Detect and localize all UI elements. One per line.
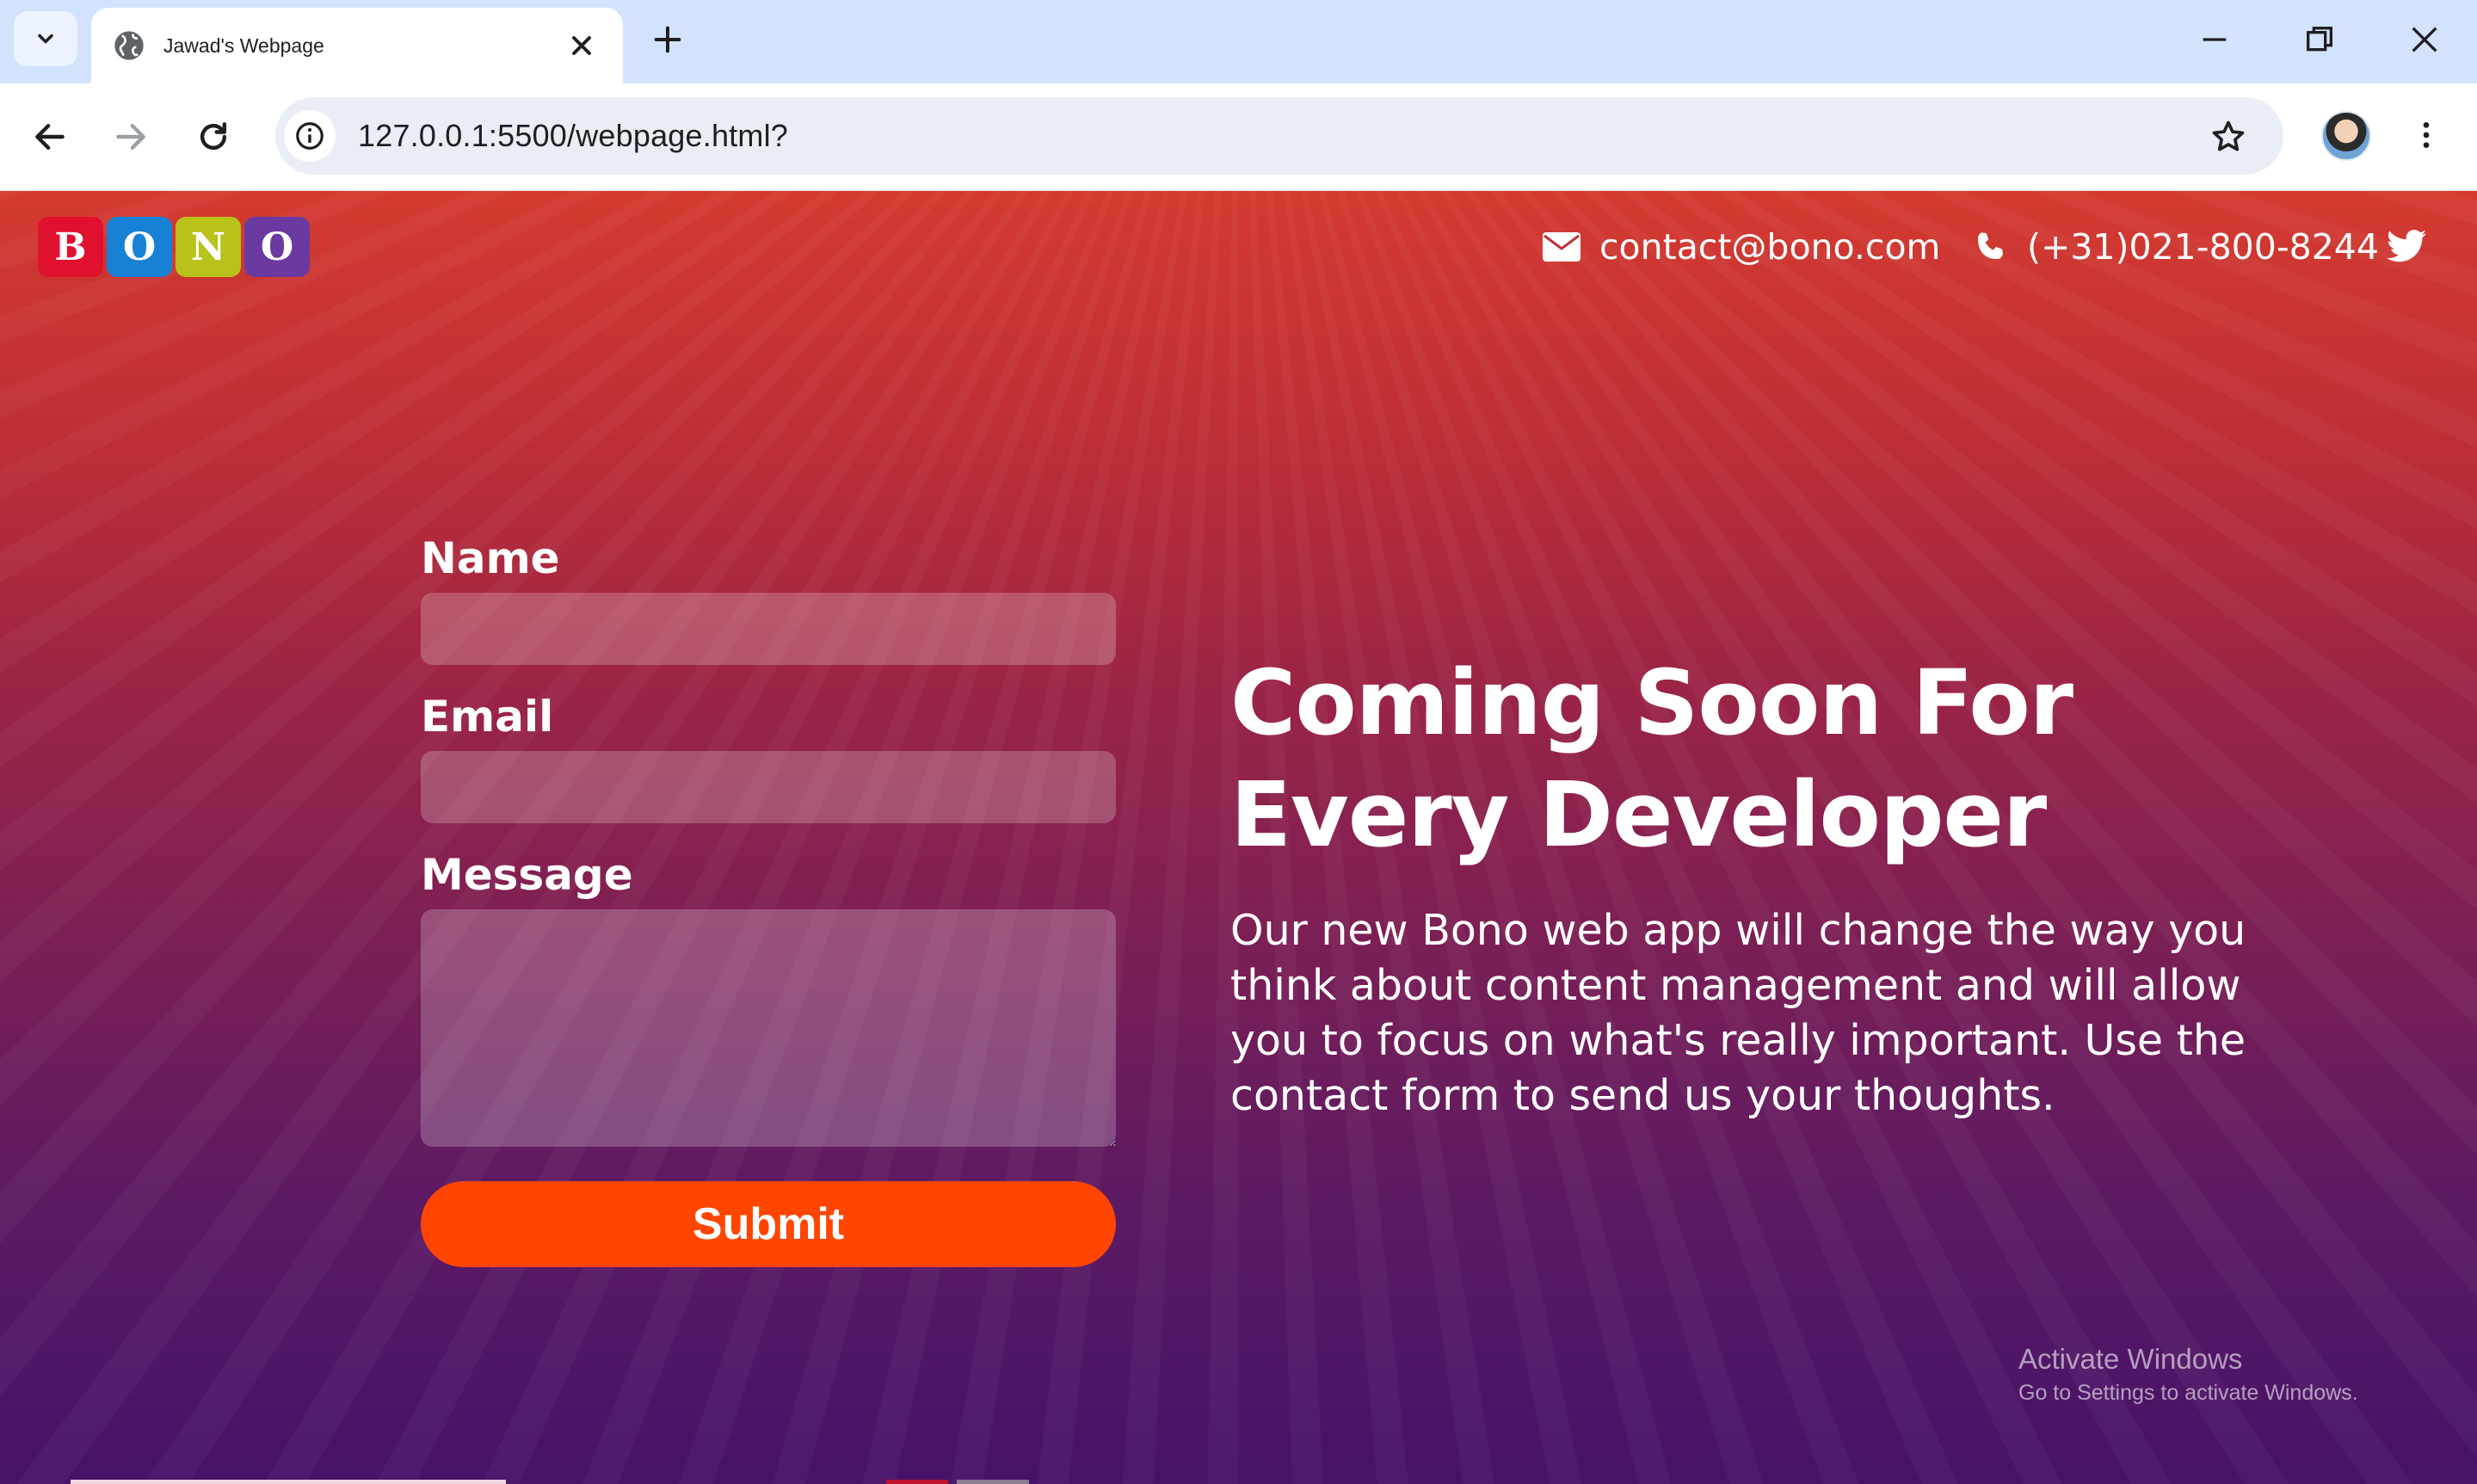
tab-search-button[interactable]: [14, 11, 77, 66]
kebab-menu-icon[interactable]: [2409, 116, 2443, 154]
page-viewport: B O N O contact@bono.com (+31)021-800-82…: [0, 191, 2477, 1484]
message-textarea[interactable]: [421, 909, 1116, 1147]
taskbar-peek-strip-2: [886, 1480, 948, 1484]
logo-letter-n: N: [176, 217, 241, 277]
hero-title-line-1: Coming Soon For: [1230, 650, 2073, 755]
phone-icon: [1978, 232, 2003, 259]
minimize-icon[interactable]: [2197, 22, 2232, 57]
name-label: Name: [421, 533, 560, 583]
profile-avatar[interactable]: [2321, 111, 2371, 161]
reload-icon[interactable]: [194, 118, 232, 156]
chevron-down-icon: [38, 34, 53, 44]
browser-toolbar: 127.0.0.1:5500/webpage.html?: [0, 83, 2477, 191]
logo-letter-o: O: [107, 217, 172, 277]
envelope-icon: [1543, 232, 1580, 262]
contact-email[interactable]: contact@bono.com: [1543, 225, 1941, 268]
taskbar-peek-strip: [71, 1480, 506, 1484]
site-info-button[interactable]: [284, 110, 336, 162]
submit-button[interactable]: Submit: [421, 1181, 1116, 1267]
new-tab-plus-icon[interactable]: [650, 22, 685, 57]
close-tab-icon[interactable]: [566, 30, 597, 61]
email-label: Email: [421, 692, 554, 742]
hero-title: Coming Soon For Every Developer: [1230, 647, 2289, 871]
contact-form: Name Email Message Submit: [421, 531, 1116, 1267]
logo-letter-o-2: O: [244, 217, 310, 277]
active-tab[interactable]: Jawad's Webpage: [91, 8, 623, 83]
bono-logo[interactable]: B O N O: [38, 217, 310, 277]
windows-activation-watermark: Activate Windows Go to Settings to activ…: [2018, 1340, 2358, 1407]
url-text[interactable]: 127.0.0.1:5500/webpage.html?: [358, 116, 788, 156]
info-icon: [296, 122, 323, 150]
hero-section: Coming Soon For Every Developer Our new …: [1230, 647, 2289, 1124]
hero-title-line-2: Every Developer: [1230, 762, 2047, 867]
logo-letter-b: B: [38, 217, 103, 277]
browser-tab-strip: Jawad's Webpage: [0, 0, 2477, 83]
hero-description: Our new Bono web app will change the way…: [1230, 906, 2246, 1120]
watermark-subtitle: Go to Settings to activate Windows.: [2018, 1381, 2358, 1405]
taskbar-peek-strip-3: [957, 1480, 1029, 1484]
name-input[interactable]: [421, 593, 1116, 665]
watermark-title: Activate Windows: [2018, 1343, 2243, 1375]
tab-title: Jawad's Webpage: [163, 34, 324, 57]
close-window-icon[interactable]: [2407, 22, 2442, 57]
email-address[interactable]: contact@bono.com: [1599, 225, 1941, 268]
twitter-icon[interactable]: [2387, 229, 2426, 263]
bookmark-star-icon[interactable]: [2209, 118, 2247, 156]
email-input[interactable]: [421, 751, 1116, 823]
forward-arrow-icon[interactable]: [112, 118, 150, 156]
message-label: Message: [421, 850, 633, 900]
back-arrow-icon[interactable]: [31, 118, 69, 156]
contact-phone[interactable]: (+31)021-800-8244: [1972, 225, 2379, 268]
phone-number[interactable]: (+31)021-800-8244: [2027, 225, 2379, 268]
address-bar[interactable]: 127.0.0.1:5500/webpage.html?: [275, 97, 2283, 175]
restore-icon[interactable]: [2302, 22, 2337, 57]
globe-icon: [114, 31, 144, 60]
